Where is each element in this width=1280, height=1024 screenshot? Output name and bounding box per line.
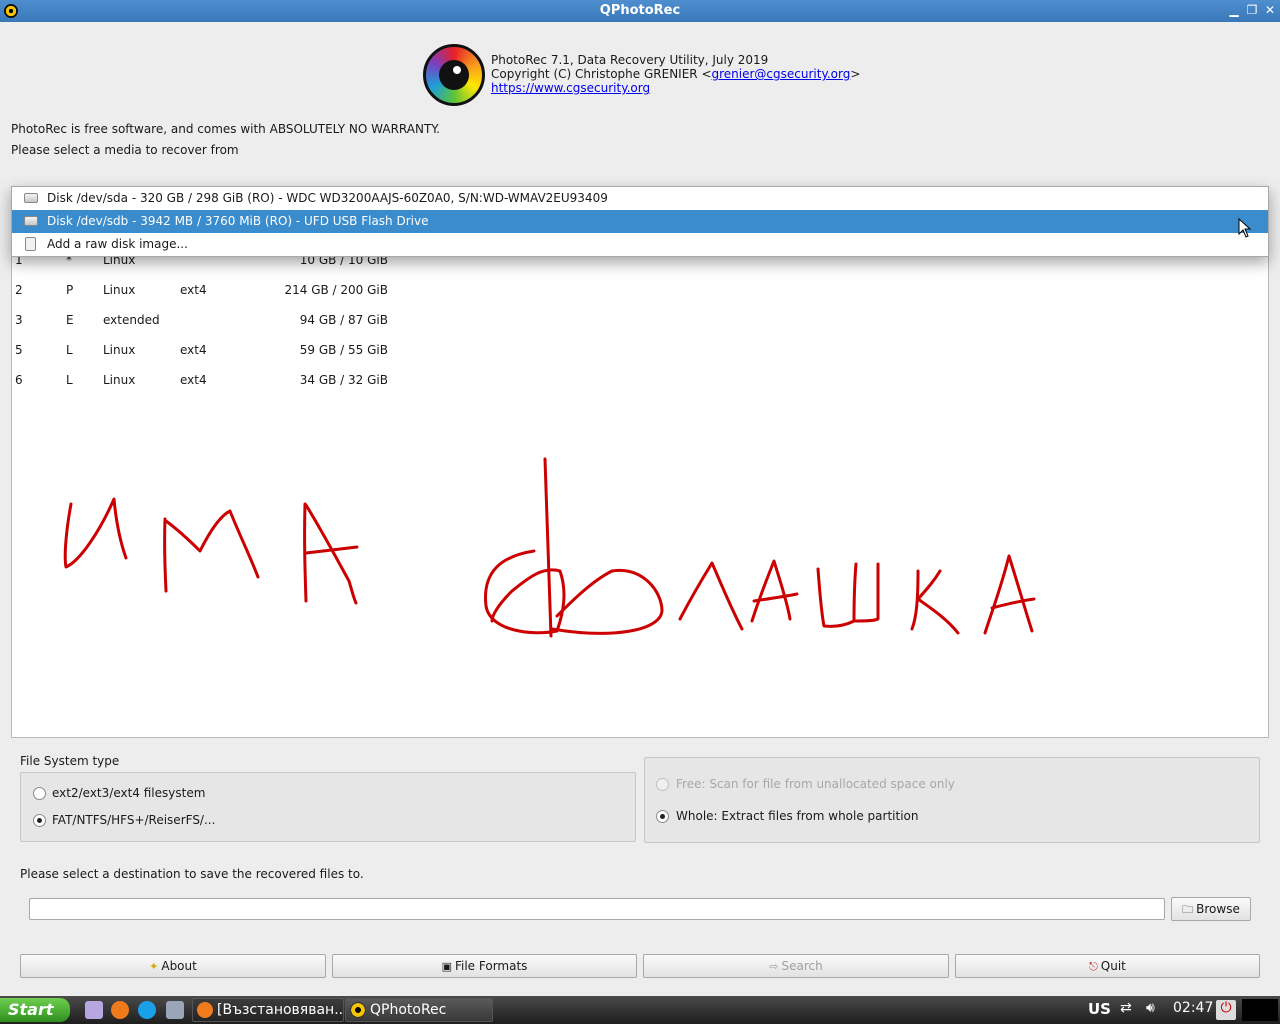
radio-ext-fs[interactable] — [33, 787, 46, 800]
handwriting-strokes — [63, 457, 1036, 638]
email-link[interactable]: grenier@cgsecurity.org — [712, 67, 851, 81]
file-manager-icon[interactable] — [85, 1001, 103, 1019]
cpu-monitor-icon — [1242, 999, 1278, 1021]
title-bar: QPhotoRec ▁ ❐ ✕ — [0, 0, 1280, 22]
handwriting-overlay — [63, 457, 1036, 638]
start-button[interactable]: Start — [0, 998, 70, 1022]
taskbar: Start [Възстановяван... QPhotoRec US ⇄ 🔊… — [0, 996, 1280, 1024]
radio-free-space-label[interactable]: Free: Scan for file from unallocated spa… — [676, 777, 955, 791]
disk-icon — [24, 193, 38, 203]
clock[interactable]: 02:47 — [1173, 1000, 1213, 1016]
disk-image-icon — [25, 237, 36, 251]
network-icon[interactable]: ⇄ — [1120, 1000, 1132, 1016]
image-icon: ▣ — [441, 960, 452, 973]
radio-free-space[interactable] — [656, 778, 669, 791]
maximize-icon[interactable]: ❐ — [1244, 2, 1260, 18]
skype-icon[interactable] — [138, 1001, 156, 1019]
radio-whole-partition-label[interactable]: Whole: Extract files from whole partitio… — [676, 809, 918, 823]
destination-input[interactable] — [29, 898, 1165, 920]
logout-icon[interactable]: ⏻ — [1216, 1000, 1236, 1020]
task-qphotorec[interactable]: QPhotoRec — [345, 998, 493, 1022]
scan-scope-group: Free: Scan for file from unallocated spa… — [644, 757, 1260, 843]
star-icon: ✦ — [149, 960, 159, 973]
photorec-logo — [423, 44, 485, 106]
radio-fat-ntfs[interactable] — [33, 814, 46, 827]
media-prompt: Please select a media to recover from — [11, 143, 239, 157]
show-desktop-icon[interactable] — [166, 1001, 184, 1019]
copyright-text: Copyright (C) Christophe GRENIER <grenie… — [491, 67, 861, 81]
radio-whole-partition[interactable] — [656, 810, 669, 823]
website-link[interactable]: https://www.cgsecurity.org — [491, 81, 650, 95]
media-option-sda[interactable]: Disk /dev/sda - 320 GB / 298 GiB (RO) - … — [12, 187, 1268, 210]
main-window: PhotoRec 7.1, Data Recovery Utility, Jul… — [0, 22, 1280, 996]
search-button[interactable]: ⇨ Search — [643, 954, 949, 978]
browser-icon[interactable] — [111, 1001, 129, 1019]
browse-button[interactable]: 🗀 Browse — [1171, 897, 1251, 921]
radio-fat-ntfs-label[interactable]: FAT/NTFS/HFS+/ReiserFS/... — [52, 813, 215, 827]
quit-button[interactable]: ⎋ Quit — [955, 954, 1260, 978]
media-option-add-image[interactable]: Add a raw disk image... — [12, 233, 1268, 256]
minimize-icon[interactable]: ▁ — [1226, 2, 1242, 18]
media-option-sdb[interactable]: Disk /dev/sdb - 3942 MB / 3760 MiB (RO) … — [12, 210, 1268, 233]
window-title: QPhotoRec — [599, 3, 681, 18]
app-icon — [350, 1002, 366, 1018]
disk-icon — [24, 216, 38, 226]
destination-prompt: Please select a destination to save the … — [20, 867, 364, 881]
keyboard-layout[interactable]: US — [1088, 1000, 1111, 1018]
fs-type-group: ext2/ext3/ext4 filesystem FAT/NTFS/HFS+/… — [20, 772, 636, 842]
radio-ext-fs-label[interactable]: ext2/ext3/ext4 filesystem — [52, 786, 205, 800]
fs-type-title: File System type — [20, 754, 120, 768]
warranty-notice: PhotoRec is free software, and comes wit… — [11, 122, 440, 136]
exit-door-icon: ⎋ — [1089, 960, 1098, 973]
browser-icon — [197, 1002, 213, 1018]
search-arrow-icon: ⇨ — [769, 960, 779, 973]
about-header: PhotoRec 7.1, Data Recovery Utility, Jul… — [491, 53, 860, 95]
file-formats-button[interactable]: ▣ File Formats — [332, 954, 637, 978]
version-text: PhotoRec 7.1, Data Recovery Utility, Jul… — [491, 53, 769, 67]
folder-icon: 🗀 — [1182, 903, 1194, 916]
partition-list[interactable]: 1 * Linux 10 GB / 10 GiB 2 P Linux ext4 … — [11, 210, 1269, 738]
task-browser[interactable]: [Възстановяван... — [192, 998, 344, 1022]
volume-icon[interactable]: 🔊︎ — [1146, 1000, 1155, 1016]
close-icon[interactable]: ✕ — [1262, 2, 1278, 18]
media-dropdown-popup[interactable]: Disk /dev/sda - 320 GB / 298 GiB (RO) - … — [11, 186, 1269, 257]
about-button[interactable]: ✦ About — [20, 954, 326, 978]
mouse-cursor-icon — [1238, 218, 1252, 238]
